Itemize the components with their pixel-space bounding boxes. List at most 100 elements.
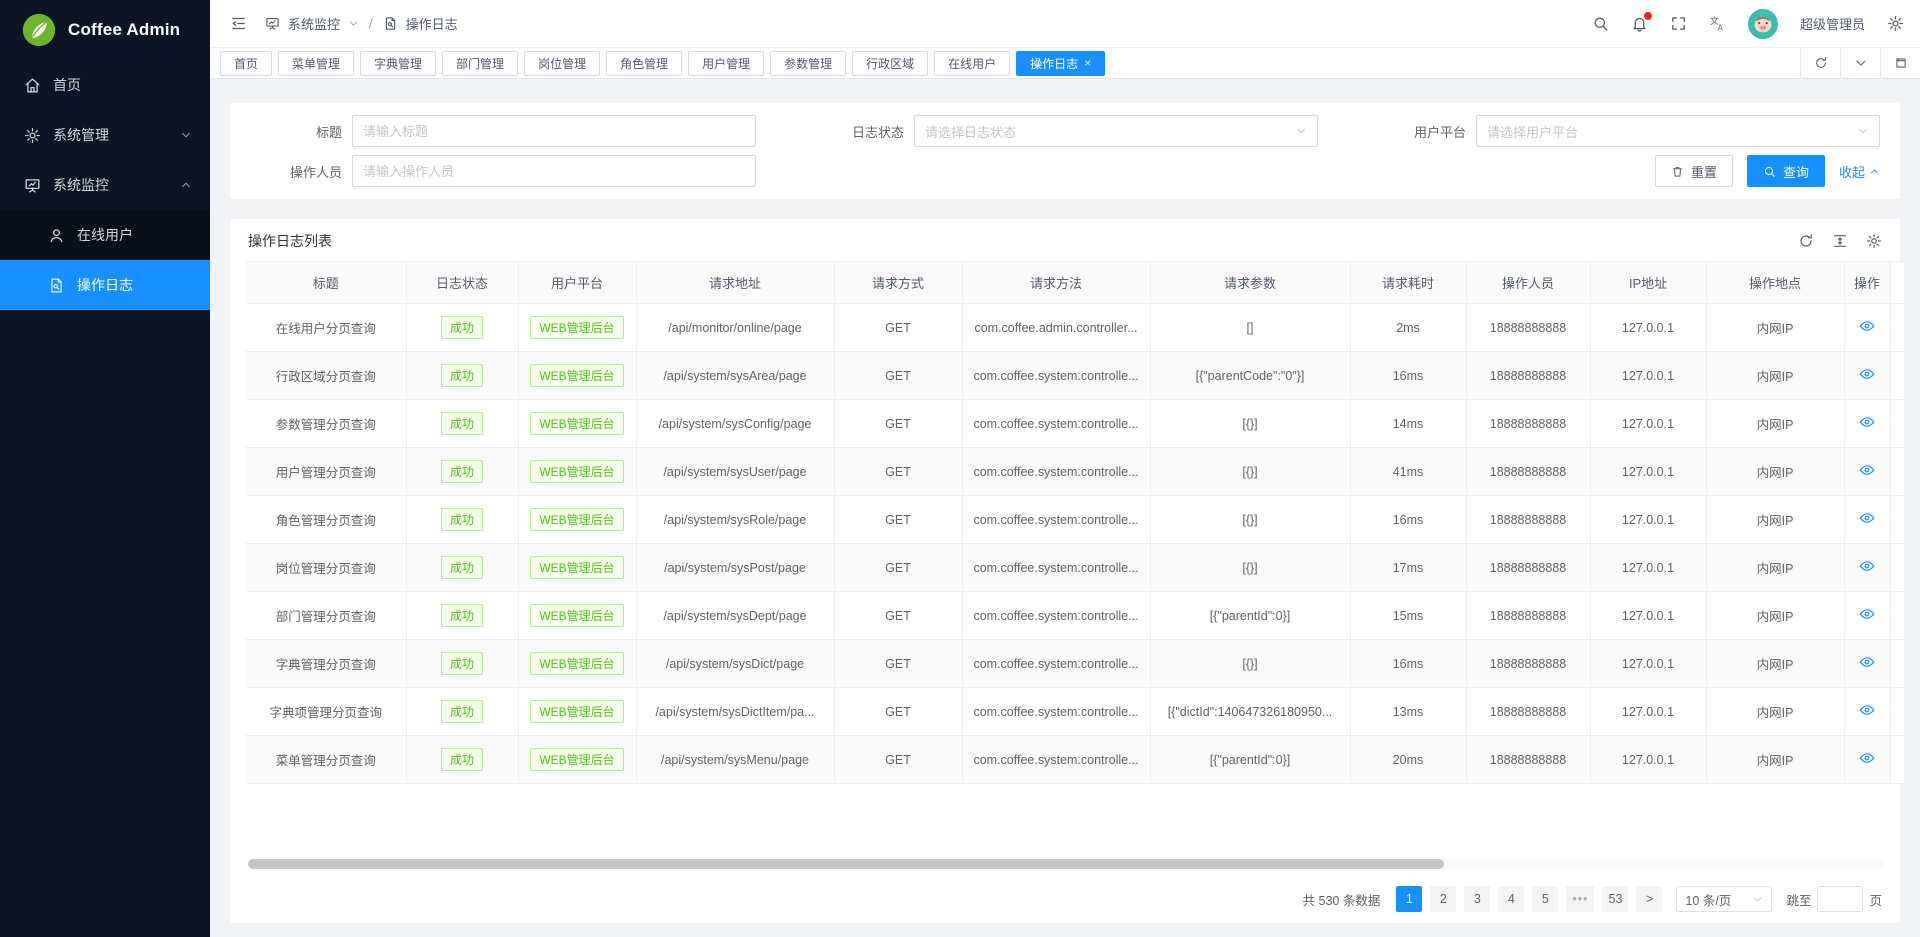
cell-actions xyxy=(1844,592,1890,640)
translate-icon[interactable]: 文A xyxy=(1709,15,1726,32)
cell-request-params: [{"parentId":0}] xyxy=(1150,592,1350,640)
search-icon[interactable] xyxy=(1592,15,1609,32)
cell-title: 岗位管理分页查询 xyxy=(246,544,406,592)
tab-字典管理[interactable]: 字典管理 xyxy=(360,51,436,76)
cell-request-method: GET xyxy=(834,688,962,736)
chevron-down-icon[interactable] xyxy=(348,18,359,29)
sidebar-item-operation-log[interactable]: 操作日志 xyxy=(0,260,210,310)
sidebar-item-label: 系统管理 xyxy=(53,125,168,145)
page-button-53[interactable]: 53 xyxy=(1602,886,1628,912)
tab-参数管理[interactable]: 参数管理 xyxy=(770,51,846,76)
notification-bell-icon[interactable] xyxy=(1631,15,1648,32)
sidebar-item-home[interactable]: 首页 xyxy=(0,60,210,110)
page-button-4[interactable]: 4 xyxy=(1498,886,1524,912)
maximize-icon[interactable] xyxy=(1880,48,1920,78)
cell-actions xyxy=(1844,400,1890,448)
platform-tag: WEB管理后台 xyxy=(530,604,623,627)
scroll-gutter xyxy=(1890,496,1904,544)
view-detail-eye-icon[interactable] xyxy=(1859,606,1875,622)
sidebar-item-system-manage[interactable]: 系统管理 xyxy=(0,110,210,160)
reset-button[interactable]: 重置 xyxy=(1655,155,1733,187)
scroll-gutter xyxy=(1890,400,1904,448)
view-detail-eye-icon[interactable] xyxy=(1859,702,1875,718)
view-detail-eye-icon[interactable] xyxy=(1859,366,1875,382)
sidebar-item-system-monitor[interactable]: 系统监控 xyxy=(0,160,210,210)
status-tag: 成功 xyxy=(441,316,483,339)
cell-request-url: /api/system/sysRole/page xyxy=(636,496,834,544)
view-detail-eye-icon[interactable] xyxy=(1859,510,1875,526)
tab-操作日志[interactable]: 操作日志× xyxy=(1016,51,1105,76)
view-detail-eye-icon[interactable] xyxy=(1859,558,1875,574)
collapse-filters-link[interactable]: 收起 xyxy=(1839,162,1880,181)
sidebar-item-label: 在线用户 xyxy=(77,225,192,245)
status-filter-select[interactable]: 请选择日志状态 xyxy=(914,115,1318,147)
platform-filter-select[interactable]: 请选择用户平台 xyxy=(1476,115,1880,147)
log-icon xyxy=(383,16,398,31)
tab-用户管理[interactable]: 用户管理 xyxy=(688,51,764,76)
table-row: 用户管理分页查询成功WEB管理后台/api/system/sysUser/pag… xyxy=(246,448,1904,496)
refresh-icon[interactable] xyxy=(1798,233,1814,249)
column-header-0: 标题 xyxy=(246,262,406,304)
sidebar-item-label: 系统监控 xyxy=(53,175,168,195)
cell-request-duration: 20ms xyxy=(1350,736,1466,784)
trash-icon xyxy=(1671,165,1684,178)
close-icon[interactable]: × xyxy=(1084,57,1091,69)
cell-handler-method: com.coffee.system.controlle... xyxy=(962,592,1150,640)
tabs-menu-chevron-icon[interactable] xyxy=(1840,48,1880,78)
cell-platform-tag: WEB管理后台 xyxy=(518,544,636,592)
cell-request-url: /api/system/sysDept/page xyxy=(636,592,834,640)
page-button-2[interactable]: 2 xyxy=(1430,886,1456,912)
cell-request-duration: 16ms xyxy=(1350,352,1466,400)
cell-title: 参数管理分页查询 xyxy=(246,400,406,448)
refresh-icon[interactable] xyxy=(1800,48,1840,78)
horizontal-scrollbar[interactable] xyxy=(246,859,1884,869)
column-header-3: 请求地址 xyxy=(636,262,834,304)
cell-operation-location: 内网IP xyxy=(1706,640,1844,688)
fullscreen-icon[interactable] xyxy=(1670,15,1687,32)
next-page-button[interactable]: > xyxy=(1636,886,1662,912)
tab-部门管理[interactable]: 部门管理 xyxy=(442,51,518,76)
tab-行政区域[interactable]: 行政区域 xyxy=(852,51,928,76)
view-detail-eye-icon[interactable] xyxy=(1859,462,1875,478)
breadcrumb-item[interactable]: 系统监控 xyxy=(288,14,340,33)
scrollbar-thumb[interactable] xyxy=(248,859,1444,869)
search-button[interactable]: 查询 xyxy=(1747,155,1825,187)
platform-tag: WEB管理后台 xyxy=(530,364,623,387)
column-header-7: 请求耗时 xyxy=(1350,262,1466,304)
app-logo[interactable]: Coffee Admin xyxy=(0,0,210,60)
scroll-gutter xyxy=(1890,592,1904,640)
view-detail-eye-icon[interactable] xyxy=(1859,654,1875,670)
tab-在线用户[interactable]: 在线用户 xyxy=(934,51,1010,76)
tab-菜单管理[interactable]: 菜单管理 xyxy=(278,51,354,76)
page-button-1[interactable]: 1 xyxy=(1396,886,1422,912)
status-tag: 成功 xyxy=(441,700,483,723)
cell-ip-address: 127.0.0.1 xyxy=(1590,592,1706,640)
tab-岗位管理[interactable]: 岗位管理 xyxy=(524,51,600,76)
page-button-3[interactable]: 3 xyxy=(1464,886,1490,912)
cell-request-url: /api/system/sysDict/page xyxy=(636,640,834,688)
operator-filter-input[interactable] xyxy=(363,164,745,179)
page-button-5[interactable]: 5 xyxy=(1532,886,1558,912)
user-avatar[interactable] xyxy=(1748,9,1778,39)
current-user-name[interactable]: 超级管理员 xyxy=(1800,14,1865,33)
cell-operation-location: 内网IP xyxy=(1706,448,1844,496)
cell-request-url: /api/system/sysMenu/page xyxy=(636,736,834,784)
tab-首页[interactable]: 首页 xyxy=(220,51,272,76)
status-tag: 成功 xyxy=(441,556,483,579)
cell-operation-location: 内网IP xyxy=(1706,304,1844,352)
tab-角色管理[interactable]: 角色管理 xyxy=(606,51,682,76)
platform-tag: WEB管理后台 xyxy=(530,508,623,531)
view-detail-eye-icon[interactable] xyxy=(1859,414,1875,430)
jump-page-input[interactable] xyxy=(1817,886,1863,912)
collapse-sidebar-icon[interactable] xyxy=(230,15,247,32)
table-row: 菜单管理分页查询成功WEB管理后台/api/system/sysMenu/pag… xyxy=(246,736,1904,784)
title-filter-input[interactable] xyxy=(363,124,745,139)
page-size-select[interactable]: 10 条/页 xyxy=(1676,886,1772,912)
view-detail-eye-icon[interactable] xyxy=(1859,318,1875,334)
scroll-gutter xyxy=(1890,262,1904,304)
row-density-icon[interactable] xyxy=(1832,233,1848,249)
settings-gear-icon[interactable] xyxy=(1887,15,1904,32)
column-settings-gear-icon[interactable] xyxy=(1866,233,1882,249)
sidebar-item-online-users[interactable]: 在线用户 xyxy=(0,210,210,260)
view-detail-eye-icon[interactable] xyxy=(1859,750,1875,766)
